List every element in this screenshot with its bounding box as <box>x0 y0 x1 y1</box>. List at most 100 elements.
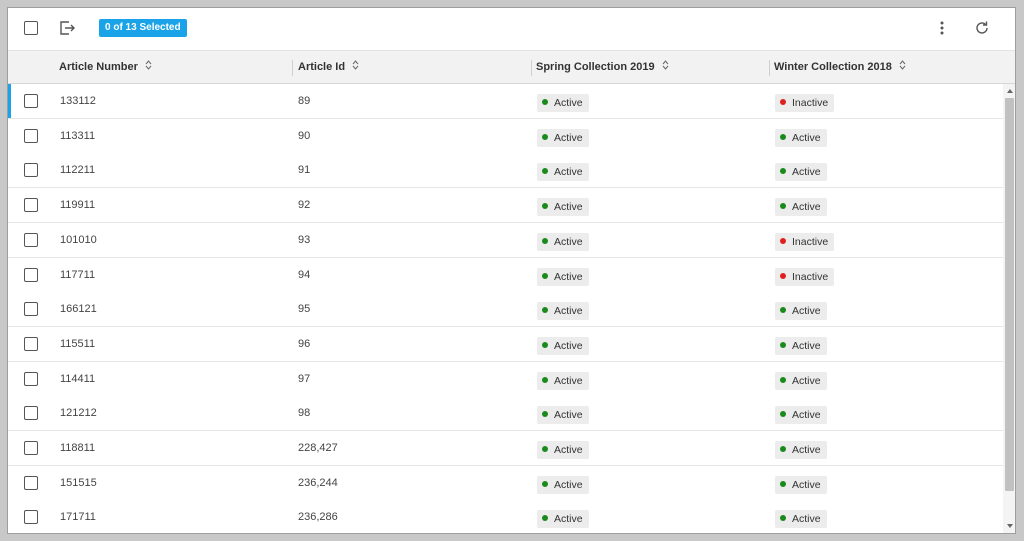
status-label: Inactive <box>792 97 829 109</box>
column-header-winter-collection-2018[interactable]: Winter Collection 2018 <box>774 51 906 83</box>
table-row[interactable]: 151515 236,244 Active Active <box>8 466 1003 501</box>
column-header-article-id[interactable]: Article Id <box>298 51 359 83</box>
table-row[interactable]: 121212 98 Active Active <box>8 396 1003 431</box>
cell-article-number: 101010 <box>60 234 97 246</box>
status-badge-spring: Active <box>537 510 589 528</box>
status-badge-winter: Active <box>775 406 827 424</box>
sort-icon[interactable] <box>352 51 359 83</box>
row-checkbox[interactable] <box>24 406 38 420</box>
cell-article-id: 90 <box>298 130 311 142</box>
cell-article-id: 98 <box>298 407 311 419</box>
column-separator[interactable] <box>769 60 770 76</box>
row-checkbox[interactable] <box>24 476 38 490</box>
cell-article-number: 151515 <box>60 477 97 489</box>
status-dot-icon <box>780 342 786 349</box>
status-badge-spring: Active <box>537 337 589 355</box>
status-label: Active <box>554 132 583 144</box>
status-badge-winter: Inactive <box>775 233 835 251</box>
more-vertical-icon[interactable] <box>934 20 950 41</box>
cell-article-id: 91 <box>298 164 311 176</box>
status-badge-winter: Active <box>775 510 827 528</box>
column-header-article-number[interactable]: Article Number <box>59 51 152 83</box>
cell-article-number: 121212 <box>60 407 97 419</box>
column-header-spring-collection-2019[interactable]: Spring Collection 2019 <box>536 51 669 83</box>
row-checkbox[interactable] <box>24 337 38 351</box>
scroll-down-icon[interactable] <box>1007 524 1013 528</box>
column-separator[interactable] <box>292 60 293 76</box>
table-row[interactable]: 114411 97 Active Active <box>8 362 1003 397</box>
status-dot-icon <box>542 377 548 384</box>
status-label: Active <box>554 201 583 213</box>
status-badge-spring: Active <box>537 268 589 286</box>
cell-article-number: 119911 <box>60 199 96 211</box>
cell-article-number: 112211 <box>60 164 96 176</box>
status-dot-icon <box>542 273 548 280</box>
cell-article-id: 228,427 <box>298 442 338 454</box>
sort-icon[interactable] <box>662 51 669 83</box>
status-label: Active <box>792 375 821 387</box>
status-badge-winter: Active <box>775 129 827 147</box>
column-header-label: Article Id <box>298 61 346 73</box>
status-badge-spring: Active <box>537 163 589 181</box>
table-row[interactable]: 118811 228,427 Active Active <box>8 431 1003 466</box>
status-badge-winter: Active <box>775 198 827 216</box>
status-dot-icon <box>780 168 786 175</box>
status-label: Active <box>792 166 821 178</box>
table-row[interactable]: 166121 95 Active Active <box>8 292 1003 327</box>
cell-article-id: 97 <box>298 373 311 385</box>
select-all-checkbox[interactable] <box>24 21 38 35</box>
row-checkbox[interactable] <box>24 198 38 212</box>
row-checkbox[interactable] <box>24 129 38 143</box>
status-label: Active <box>554 409 583 421</box>
cell-article-id: 93 <box>298 234 311 246</box>
table-row[interactable]: 113311 90 Active Active <box>8 119 1003 154</box>
row-checkbox[interactable] <box>24 302 38 316</box>
row-checkbox[interactable] <box>24 510 38 524</box>
table-row[interactable]: 112211 91 Active Active <box>8 153 1003 188</box>
status-dot-icon <box>780 273 786 280</box>
data-grid: 0 of 13 Selected Article Number Article … <box>7 7 1016 534</box>
row-checkbox[interactable] <box>24 372 38 386</box>
row-checkbox[interactable] <box>24 94 38 108</box>
status-badge-winter: Inactive <box>775 94 835 112</box>
table-row[interactable]: 101010 93 Active Inactive <box>8 223 1003 258</box>
cell-article-id: 236,286 <box>298 511 338 523</box>
status-label: Active <box>554 513 583 525</box>
scrollbar-thumb[interactable] <box>1005 98 1014 491</box>
cell-article-id: 94 <box>298 269 311 281</box>
refresh-icon[interactable] <box>974 20 990 41</box>
scroll-up-icon[interactable] <box>1007 89 1013 93</box>
row-checkbox[interactable] <box>24 268 38 282</box>
sort-icon[interactable] <box>145 51 152 83</box>
export-icon[interactable] <box>58 19 76 42</box>
column-header-label: Winter Collection 2018 <box>774 61 892 73</box>
row-checkbox[interactable] <box>24 441 38 455</box>
table-row[interactable]: 171711 236,286 Active Active <box>8 500 1003 533</box>
table-row[interactable]: 115511 96 Active Active <box>8 327 1003 362</box>
status-label: Active <box>792 132 821 144</box>
table-header: Article Number Article Id Spring Collect… <box>8 50 1015 84</box>
vertical-scrollbar[interactable] <box>1003 84 1015 533</box>
status-badge-spring: Active <box>537 441 589 459</box>
column-separator[interactable] <box>531 60 532 76</box>
status-label: Active <box>792 201 821 213</box>
status-label: Active <box>554 375 583 387</box>
cell-article-id: 236,244 <box>298 477 338 489</box>
table-row[interactable]: 133112 89 Active Inactive <box>8 84 1003 119</box>
cell-article-number: 118811 <box>60 442 96 454</box>
row-checkbox[interactable] <box>24 233 38 247</box>
status-badge-spring: Active <box>537 302 589 320</box>
status-label: Inactive <box>792 236 829 248</box>
row-checkbox[interactable] <box>24 163 38 177</box>
status-dot-icon <box>780 203 786 210</box>
status-dot-icon <box>780 515 786 522</box>
cell-article-number: 171711 <box>60 511 96 523</box>
cell-article-number: 166121 <box>60 303 97 315</box>
status-dot-icon <box>542 99 548 106</box>
status-badge-spring: Active <box>537 476 589 494</box>
status-badge-winter: Active <box>775 302 827 320</box>
status-badge-spring: Active <box>537 372 589 390</box>
table-row[interactable]: 119911 92 Active Active <box>8 188 1003 223</box>
table-row[interactable]: 117711 94 Active Inactive <box>8 258 1003 293</box>
sort-icon[interactable] <box>899 51 906 83</box>
